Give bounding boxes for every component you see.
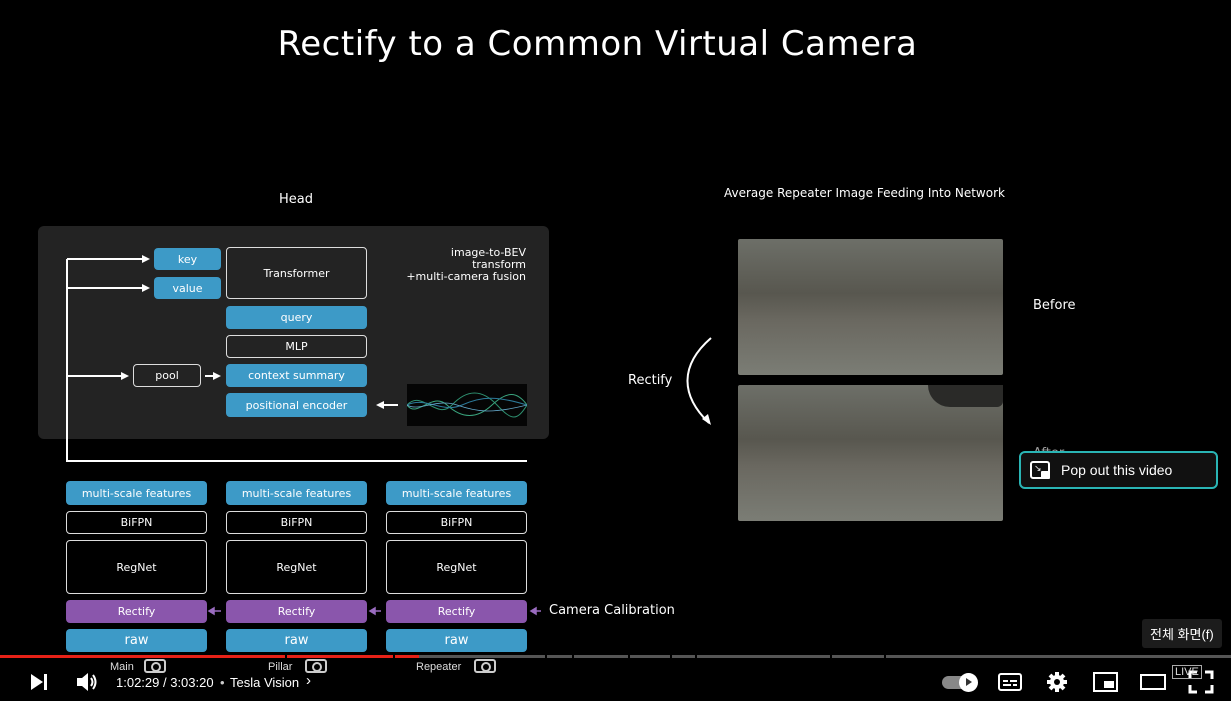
chapter-label-main: Main	[110, 661, 134, 673]
miniplayer-icon[interactable]	[1093, 671, 1119, 693]
context-summary-node: context summary	[226, 364, 367, 387]
camera-icon	[474, 659, 496, 673]
time-display: 1:02:29 / 3:03:20	[116, 675, 214, 690]
autoplay-toggle[interactable]	[942, 673, 978, 692]
positional-encoder-node: positional encoder	[226, 393, 367, 417]
positional-wave-image	[407, 384, 527, 426]
pool-node: pool	[133, 364, 201, 387]
features-node: multi-scale features	[386, 481, 527, 505]
query-node: query	[226, 306, 367, 329]
rectify-node: Rectify	[386, 600, 527, 623]
raw-node: raw	[226, 629, 367, 652]
chapter-label-repeater: Repeater	[416, 661, 462, 673]
chapter-title[interactable]: Tesla Vision	[230, 675, 299, 690]
panel-note-line-2: +multi-camera fusion	[406, 270, 526, 283]
camera-icon	[144, 659, 166, 673]
popout-label: Pop out this video	[1061, 462, 1173, 478]
rectify-node: Rectify	[226, 600, 367, 623]
fullscreen-tooltip: 전체 화면(f)	[1142, 619, 1222, 648]
panel-note: image-to-BEV transform +multi-camera fus…	[396, 247, 526, 283]
before-label: Before	[1033, 298, 1076, 313]
diagram-connectors	[66, 255, 712, 616]
panel-note-line-1: image-to-BEV transform	[450, 246, 526, 271]
right-title: Average Repeater Image Feeding Into Netw…	[724, 186, 1005, 200]
regnet-node: RegNet	[66, 540, 207, 594]
popout-button[interactable]: ↘ Pop out this video	[1019, 451, 1218, 489]
chapter-label-pillar: Pillar	[268, 661, 293, 673]
raw-node: raw	[66, 629, 207, 652]
after-image	[738, 385, 1003, 521]
value-node: value	[154, 277, 221, 299]
raw-node: raw	[386, 629, 527, 652]
bifpn-node: BiFPN	[66, 511, 207, 534]
key-node: key	[154, 248, 221, 270]
popout-icon: ↘	[1030, 461, 1050, 479]
before-image	[738, 239, 1003, 375]
camera-calibration-label: Camera Calibration	[549, 603, 675, 618]
gear-icon[interactable]	[1046, 671, 1068, 693]
features-node: multi-scale features	[66, 481, 207, 505]
transformer-node: Transformer	[226, 247, 367, 299]
live-badge: LIVE	[1172, 665, 1202, 679]
camera-icon	[305, 659, 327, 673]
regnet-node: RegNet	[226, 540, 367, 594]
features-node: multi-scale features	[226, 481, 367, 505]
rectify-node: Rectify	[66, 600, 207, 623]
chevron-right-icon[interactable]: ›	[306, 672, 311, 689]
volume-icon[interactable]	[76, 671, 98, 693]
theater-mode-icon[interactable]	[1140, 673, 1166, 691]
progress-played	[0, 655, 419, 658]
mlp-node: MLP	[226, 335, 367, 358]
rectify-label: Rectify	[628, 373, 673, 388]
subtitles-icon[interactable]	[998, 671, 1022, 691]
bifpn-node: BiFPN	[386, 511, 527, 534]
next-icon[interactable]	[30, 673, 50, 691]
regnet-node: RegNet	[386, 540, 527, 594]
bifpn-node: BiFPN	[226, 511, 367, 534]
separator: •	[220, 675, 225, 690]
